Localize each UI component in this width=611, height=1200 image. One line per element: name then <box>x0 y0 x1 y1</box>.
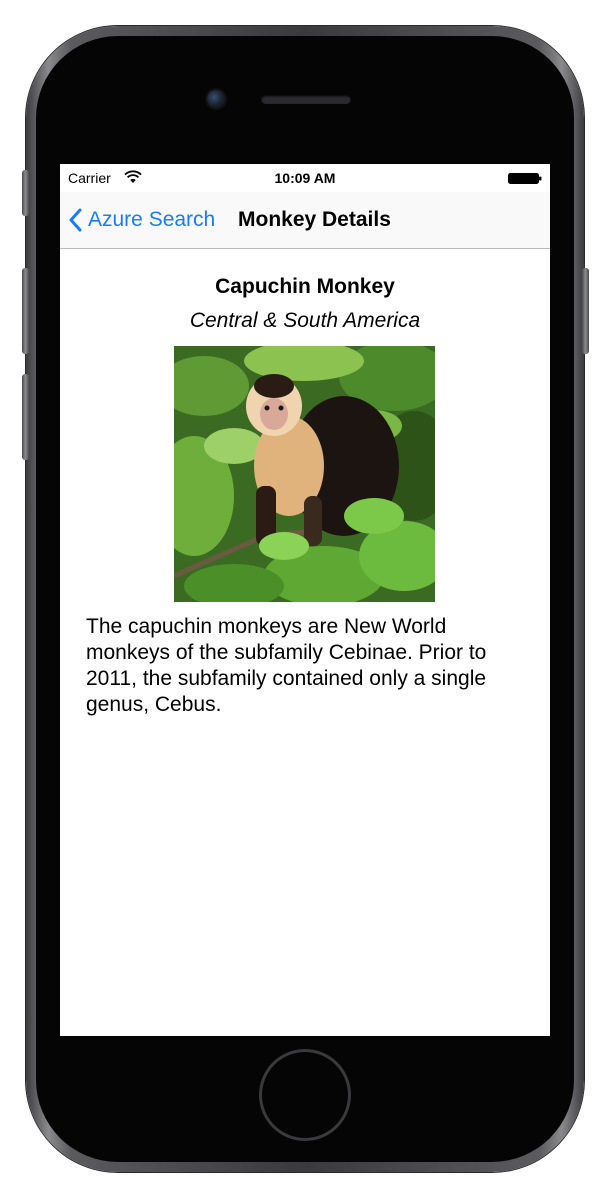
home-button[interactable] <box>262 1052 348 1138</box>
capuchin-monkey-photo <box>174 346 435 602</box>
app-screen: Carrier 10:09 AM Azure Search Monkey Det… <box>60 164 550 1036</box>
earpiece-speaker <box>261 95 351 104</box>
silent-switch <box>22 170 29 216</box>
navigation-bar: Azure Search Monkey Details <box>60 192 550 249</box>
page-title: Monkey Details <box>238 208 391 231</box>
status-time: 10:09 AM <box>274 170 336 186</box>
front-camera <box>207 90 225 108</box>
volume-up-button <box>22 268 29 354</box>
volume-down-button <box>22 374 29 460</box>
monkey-description: The capuchin monkeys are New World monke… <box>86 615 487 716</box>
status-bar: Carrier 10:09 AM <box>60 164 550 192</box>
power-button <box>582 268 589 354</box>
back-button-label: Azure Search <box>88 208 216 231</box>
monkey-location: Central & South America <box>189 309 421 332</box>
chevron-left-icon <box>69 208 82 232</box>
back-button[interactable]: Azure Search <box>68 204 215 236</box>
battery-icon <box>508 173 542 184</box>
monkey-name: Capuchin Monkey <box>215 275 395 298</box>
